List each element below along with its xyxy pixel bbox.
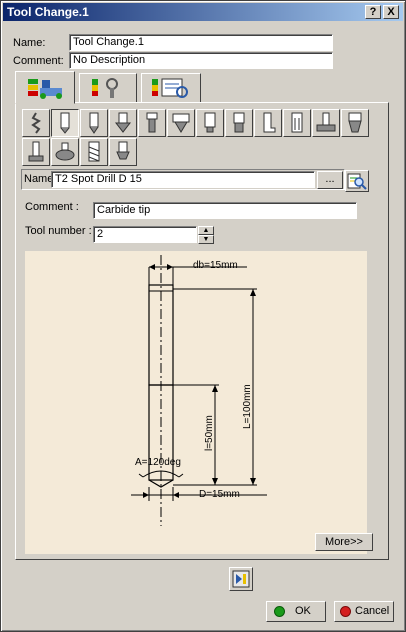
tab-tool-technology[interactable] — [79, 73, 137, 103]
counterbore-icon — [172, 113, 190, 133]
reamer-icon — [146, 112, 158, 133]
simulation-icon — [232, 570, 250, 588]
tool-conical-mill-button[interactable] — [341, 109, 369, 137]
conical-mill-icon — [348, 112, 362, 133]
tool-spot-drill-button[interactable] — [51, 109, 79, 137]
countersink-icon — [114, 112, 132, 133]
spin-up-icon[interactable]: ▲ — [198, 226, 214, 235]
cancel-icon — [340, 606, 351, 617]
face-mill-icon — [316, 112, 336, 132]
tool-face-mill-button[interactable] — [312, 109, 340, 137]
comment-field[interactable]: No Description — [69, 52, 333, 69]
comment-label: Comment: — [13, 55, 64, 67]
tool-boring-bar-button[interactable] — [196, 109, 224, 137]
name-label: Name: — [13, 37, 46, 49]
tool-thread-mill-button[interactable] — [80, 138, 108, 166]
tool-t-slotter-button[interactable] — [22, 138, 50, 166]
tool-tap-button[interactable] — [225, 109, 253, 137]
spot-drill-icon — [60, 112, 70, 134]
tool-name-label: Name — [24, 173, 54, 185]
back-facing-icon — [263, 112, 276, 133]
more-button[interactable]: More>> — [315, 533, 373, 551]
boring-bar-icon — [204, 112, 216, 133]
name-field[interactable]: Tool Change.1 — [69, 34, 333, 51]
thread-mill-icon — [88, 141, 100, 162]
tab-tool-geometry[interactable] — [15, 71, 75, 104]
tool-number-label: Tool number : — [25, 225, 92, 237]
tool-chamfer-button[interactable] — [109, 138, 137, 166]
tool-barrel-mill-button[interactable] — [51, 138, 79, 166]
help-button[interactable]: ? — [365, 5, 381, 19]
t-slotter-icon — [28, 141, 44, 162]
tool-number-spinner[interactable]: ▲ ▼ — [198, 226, 214, 244]
browse-button[interactable]: ... — [317, 171, 343, 189]
tool-back-facing-button[interactable] — [254, 109, 282, 137]
tool-counterbore-button[interactable] — [167, 109, 195, 137]
tool-drill-button[interactable] — [80, 109, 108, 137]
ok-icon — [274, 606, 285, 617]
end-mill-icon — [291, 112, 303, 133]
title-bar: Tool Change.1 ? X — [3, 3, 403, 21]
ok-button[interactable]: OK — [266, 601, 326, 622]
cancel-button[interactable]: Cancel — [334, 601, 394, 622]
tool-reamer-button[interactable] — [138, 109, 166, 137]
close-button[interactable]: X — [383, 5, 399, 19]
search-tool-button[interactable] — [345, 170, 369, 192]
tool-change-dialog: Tool Change.1 ? X Name: Tool Change.1 Co… — [0, 0, 406, 632]
center-drill-icon — [31, 112, 41, 134]
compensation-icon — [152, 78, 188, 98]
barrel-mill-icon — [55, 142, 75, 161]
tool-end-mill-button[interactable] — [283, 109, 311, 137]
tool-comment-field[interactable]: Carbide tip — [93, 202, 357, 219]
tool-geometry-icon — [28, 79, 62, 99]
spin-down-icon[interactable]: ▼ — [198, 235, 214, 244]
drill-icon — [89, 112, 99, 134]
tool-number-field[interactable]: 2 — [93, 226, 197, 243]
chamfer-icon — [116, 141, 130, 160]
tab-tool-compensation[interactable] — [141, 73, 201, 103]
tool-center-drill-button[interactable] — [22, 109, 50, 137]
tool-technology-icon — [92, 78, 118, 98]
ok-label: OK — [295, 605, 311, 617]
simulate-button[interactable] — [229, 567, 253, 591]
cancel-label: Cancel — [355, 605, 390, 617]
window-title: Tool Change.1 — [7, 5, 89, 19]
tap-icon — [233, 112, 245, 133]
tool-name-field[interactable]: T2 Spot Drill D 15 — [51, 171, 315, 188]
search-database-icon — [347, 173, 367, 190]
tool-countersink-button[interactable] — [109, 109, 137, 137]
tool-comment-label: Comment : — [25, 201, 79, 213]
